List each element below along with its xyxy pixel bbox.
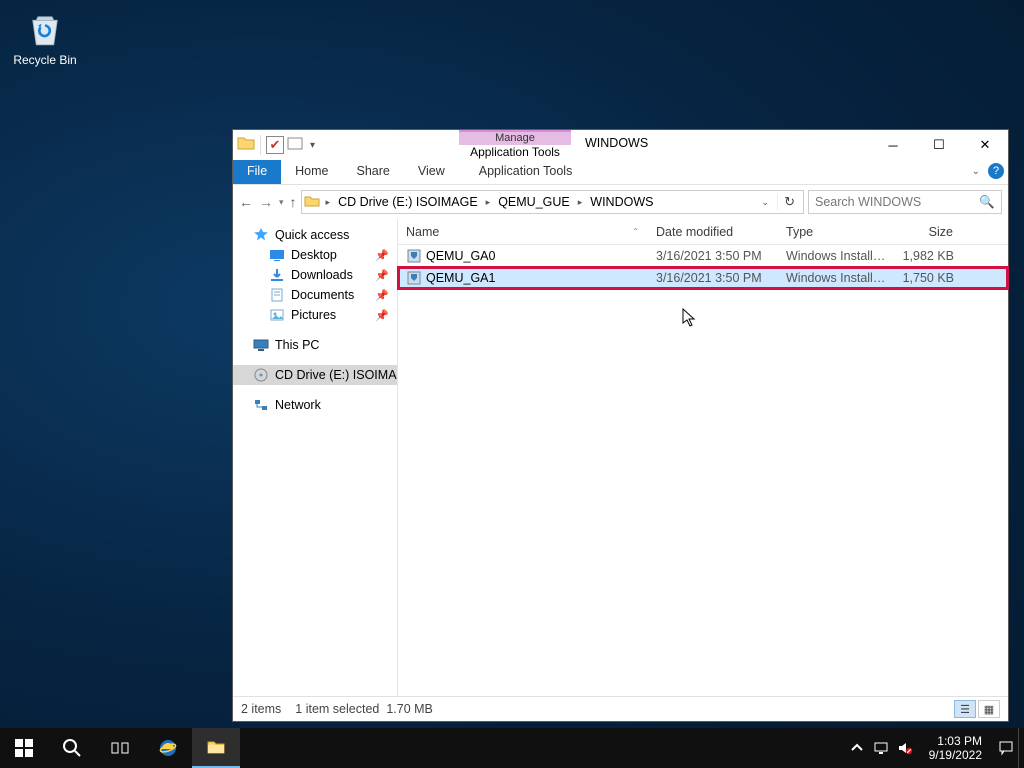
taskbar-explorer-button[interactable] xyxy=(192,728,240,768)
breadcrumb-root[interactable]: CD Drive (E:) ISOIMAGE xyxy=(334,193,482,211)
nav-downloads[interactable]: Downloads📌 xyxy=(233,265,397,285)
ribbon-expand-toggle[interactable]: ⌄ xyxy=(972,166,980,177)
manage-tab-label: Manage xyxy=(459,132,571,145)
column-header-name[interactable]: Name ⌃ xyxy=(398,219,648,244)
status-selection: 1 item selected 1.70 MB xyxy=(295,702,433,716)
window-title: WINDOWS xyxy=(585,136,648,150)
refresh-button[interactable]: ↻ xyxy=(777,194,801,210)
address-toolbar: ← → ▾ ↑ ▸ CD Drive (E:) ISOIMAGE ▸ QEMU_… xyxy=(233,185,1008,219)
column-header-date[interactable]: Date modified xyxy=(648,219,778,244)
recycle-bin-desktop-icon[interactable]: Recycle Bin xyxy=(10,8,80,67)
breadcrumb-seg1[interactable]: QEMU_GUE xyxy=(494,193,574,211)
file-row[interactable]: QEMU_GA0 3/16/2021 3:50 PM Windows Insta… xyxy=(398,245,1008,267)
nav-forward-button: → xyxy=(259,194,273,210)
manage-contextual-tab[interactable]: Manage Application Tools xyxy=(459,130,571,160)
nav-pictures[interactable]: Pictures📌 xyxy=(233,305,397,325)
nav-cd-drive[interactable]: CD Drive (E:) ISOIMAGE xyxy=(233,365,397,385)
maximize-button[interactable]: ☐ xyxy=(916,130,962,160)
chevron-right-icon[interactable]: ▸ xyxy=(576,197,585,208)
column-header-size[interactable]: Size xyxy=(888,219,962,244)
taskbar-ie-button[interactable] xyxy=(144,728,192,768)
application-tools-label: Application Tools xyxy=(459,145,571,160)
quick-access-toolbar: ✔ ▾ xyxy=(233,130,323,160)
nav-documents[interactable]: Documents📌 xyxy=(233,285,397,305)
status-bar: 2 items 1 item selected 1.70 MB ☰ ▦ xyxy=(233,697,1008,721)
pin-icon: 📌 xyxy=(375,289,389,302)
file-row[interactable]: QEMU_GA1 3/16/2021 3:50 PM Windows Insta… xyxy=(398,267,1008,289)
tray-volume-icon[interactable] xyxy=(897,740,913,756)
taskbar: 1:03 PM 9/19/2022 xyxy=(0,728,1024,768)
address-dropdown[interactable]: ⌄ xyxy=(756,197,776,208)
address-bar[interactable]: ▸ CD Drive (E:) ISOIMAGE ▸ QEMU_GUE ▸ WI… xyxy=(301,190,804,214)
qat-newfolder-icon[interactable] xyxy=(286,134,304,157)
navigation-pane: Quick access Desktop📌 Downloads📌 Documen… xyxy=(233,219,398,696)
start-button[interactable] xyxy=(0,728,48,768)
qat-properties-icon[interactable]: ✔ xyxy=(266,136,284,154)
nav-this-pc[interactable]: This PC xyxy=(233,335,397,355)
help-button[interactable]: ? xyxy=(988,163,1004,179)
search-placeholder: Search WINDOWS xyxy=(815,195,921,209)
nav-network[interactable]: Network xyxy=(233,395,397,415)
file-explorer-window: ✔ ▾ Manage Application Tools WINDOWS ─ ☐… xyxy=(232,129,1009,722)
system-tray: 1:03 PM 9/19/2022 xyxy=(845,728,1018,768)
tray-clock[interactable]: 1:03 PM 9/19/2022 xyxy=(921,734,990,762)
file-tab[interactable]: File xyxy=(233,160,281,184)
tray-overflow-button[interactable] xyxy=(849,740,865,756)
share-tab[interactable]: Share xyxy=(343,160,404,184)
search-button[interactable] xyxy=(48,728,96,768)
chevron-right-icon[interactable]: ▸ xyxy=(484,197,493,208)
chevron-right-icon[interactable]: ▸ xyxy=(324,197,333,208)
column-header-type[interactable]: Type xyxy=(778,219,888,244)
nav-quick-access[interactable]: Quick access xyxy=(233,225,397,245)
action-center-button[interactable] xyxy=(998,740,1014,756)
recycle-bin-icon xyxy=(24,8,66,50)
view-tab[interactable]: View xyxy=(404,160,459,184)
sort-indicator-icon: ⌃ xyxy=(612,227,639,236)
search-icon: 🔍 xyxy=(979,195,995,210)
show-desktop-button[interactable] xyxy=(1018,728,1024,768)
pin-icon: 📌 xyxy=(375,309,389,322)
drive-icon xyxy=(304,193,322,212)
ribbon-tabs: File Home Share View Application Tools ⌄… xyxy=(233,160,1008,185)
nav-desktop[interactable]: Desktop📌 xyxy=(233,245,397,265)
app-icon xyxy=(237,134,255,157)
application-tools-tab[interactable]: Application Tools xyxy=(465,160,587,184)
details-view-button[interactable]: ☰ xyxy=(954,700,976,718)
breadcrumb-seg2[interactable]: WINDOWS xyxy=(586,193,657,211)
tray-network-icon[interactable] xyxy=(873,740,889,756)
home-tab[interactable]: Home xyxy=(281,160,342,184)
nav-up-button[interactable]: ↑ xyxy=(290,194,297,210)
recycle-bin-label: Recycle Bin xyxy=(13,53,76,67)
task-view-button[interactable] xyxy=(96,728,144,768)
installer-icon xyxy=(406,270,422,286)
close-button[interactable]: ✕ xyxy=(962,130,1008,160)
mouse-cursor-icon xyxy=(682,308,698,333)
status-item-count: 2 items xyxy=(241,702,281,716)
large-icons-view-button[interactable]: ▦ xyxy=(978,700,1000,718)
qat-customize-dropdown[interactable]: ▾ xyxy=(306,140,319,151)
nav-back-button[interactable]: ← xyxy=(239,194,253,210)
file-list-pane: Name ⌃ Date modified Type Size QEMU_GA0 … xyxy=(398,219,1008,696)
pin-icon: 📌 xyxy=(375,269,389,282)
nav-history-dropdown[interactable]: ▾ xyxy=(279,197,284,208)
minimize-button[interactable]: ─ xyxy=(870,130,916,160)
pin-icon: 📌 xyxy=(375,249,389,262)
installer-icon xyxy=(406,248,422,264)
column-headers: Name ⌃ Date modified Type Size xyxy=(398,219,1008,245)
title-bar[interactable]: ✔ ▾ Manage Application Tools WINDOWS ─ ☐… xyxy=(233,130,1008,160)
search-box[interactable]: Search WINDOWS 🔍 xyxy=(808,190,1002,214)
